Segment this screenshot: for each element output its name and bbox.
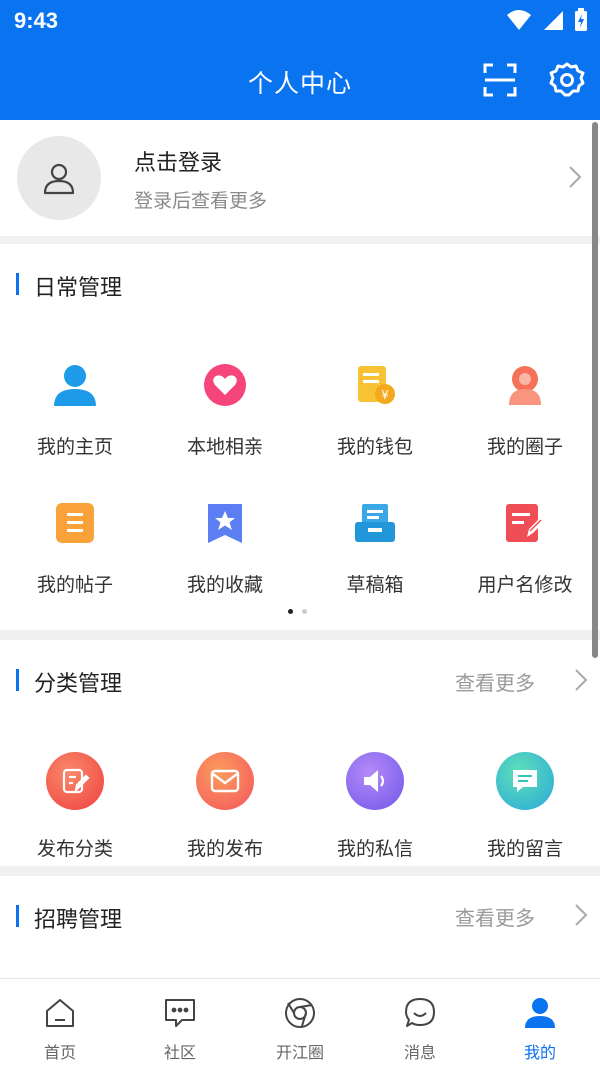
category-item-private-message[interactable]: 我的私信: [300, 752, 450, 861]
category-section: 分类管理 查看更多 发布分类 我的发布 我的私信 我的留言: [0, 640, 600, 866]
edit-doc-icon: [500, 498, 550, 548]
tab-community[interactable]: 社区: [120, 979, 240, 1066]
section-title: 分类管理: [16, 666, 122, 698]
category-item-my-posts[interactable]: 我的发布: [150, 752, 300, 861]
user-icon: [43, 163, 75, 195]
tab-mine[interactable]: 我的: [480, 979, 600, 1066]
category-item-label: 我的留言: [486, 838, 563, 860]
grid-item-label: 我的主页: [36, 436, 113, 458]
section-title: 招聘管理: [16, 902, 122, 934]
page-dot: [302, 609, 307, 614]
section-title: 日常管理: [16, 270, 122, 302]
daily-section: 日常管理 我的主页 本地相亲 ¥ 我的钱包 我的圈子 我的帖子 我的收藏 草稿箱…: [0, 244, 600, 630]
svg-text:¥: ¥: [381, 388, 389, 402]
grid-item-drafts[interactable]: 草稿箱: [300, 498, 450, 597]
category-item-label: 我的发布: [186, 838, 263, 860]
chevron-right-icon[interactable]: [574, 668, 588, 692]
speaker-icon: [346, 752, 404, 810]
tab-label: 我的: [523, 1043, 556, 1062]
page-dot-active: [288, 609, 293, 614]
category-item-label: 发布分类: [36, 838, 113, 860]
grid-item-my-posts[interactable]: 我的帖子: [0, 498, 150, 597]
tab-kaijiang-circle[interactable]: 开江圈: [240, 979, 360, 1066]
circle-person-icon: [500, 360, 550, 410]
grid-item-my-wallet[interactable]: ¥ 我的钱包: [300, 360, 450, 459]
chat-box-icon: [165, 999, 195, 1027]
message-icon: [496, 752, 554, 810]
grid-item-my-circle[interactable]: 我的圈子: [450, 360, 600, 459]
battery-icon: [575, 8, 587, 31]
login-subtitle: 登录后查看更多: [134, 190, 268, 212]
grid-item-label: 本地相亲: [186, 436, 263, 458]
grid-item-rename-user[interactable]: 用户名修改: [450, 498, 600, 597]
status-bar: 9:43: [0, 0, 600, 44]
login-title[interactable]: 点击登录: [134, 145, 222, 177]
mail-icon: [196, 752, 254, 810]
wallet-receipt-icon: ¥: [350, 360, 400, 410]
heart-icon: [200, 360, 250, 410]
tab-label: 首页: [43, 1043, 76, 1062]
smile-bubble-icon: [405, 998, 435, 1027]
gear-icon[interactable]: [548, 61, 586, 99]
tab-messages[interactable]: 消息: [360, 979, 480, 1066]
scrollbar[interactable]: [592, 122, 598, 658]
chevron-right-icon[interactable]: [574, 903, 588, 927]
bottom-tab-bar: 首页 社区 开江圈 消息 我的: [0, 978, 600, 1066]
signal-icon: [544, 11, 563, 30]
draft-box-icon: [350, 498, 400, 548]
status-time: 9:43: [14, 8, 59, 33]
recruit-section: 招聘管理 查看更多: [0, 876, 600, 978]
status-icons: [506, 8, 588, 32]
page-indicator: [288, 609, 307, 614]
home-icon: [46, 999, 74, 1027]
wifi-icon: [507, 10, 531, 30]
circle-ring-icon: [285, 998, 315, 1028]
profile-icon: [525, 998, 555, 1028]
grid-item-label: 用户名修改: [477, 574, 573, 596]
login-card[interactable]: 点击登录 登录后查看更多: [0, 120, 600, 236]
scan-icon[interactable]: [482, 62, 518, 98]
category-item-my-messages[interactable]: 我的留言: [450, 752, 600, 861]
see-more-link[interactable]: 查看更多: [455, 902, 535, 931]
avatar[interactable]: [17, 136, 101, 220]
tab-label: 消息: [403, 1043, 436, 1062]
bookmark-star-icon: [200, 498, 250, 548]
grid-item-label: 我的帖子: [36, 574, 113, 596]
post-icon: [50, 498, 100, 548]
grid-item-label: 我的收藏: [186, 574, 263, 596]
tab-label: 开江圈: [275, 1043, 324, 1062]
category-item-label: 我的私信: [336, 838, 413, 860]
category-item-publish[interactable]: 发布分类: [0, 752, 150, 861]
tab-label: 社区: [163, 1043, 196, 1062]
grid-item-my-favorites[interactable]: 我的收藏: [150, 498, 300, 597]
person-icon: [50, 360, 100, 410]
grid-item-label: 我的钱包: [336, 436, 413, 458]
grid-item-label: 我的圈子: [486, 436, 563, 458]
title-bar: 个人中心: [0, 44, 600, 120]
see-more-link[interactable]: 查看更多: [455, 667, 535, 696]
grid-item-local-dating[interactable]: 本地相亲: [150, 360, 300, 459]
grid-item-my-homepage[interactable]: 我的主页: [0, 360, 150, 459]
tab-home[interactable]: 首页: [0, 979, 120, 1066]
publish-edit-icon: [46, 752, 104, 810]
chevron-right-icon: [569, 166, 582, 188]
grid-item-label: 草稿箱: [346, 574, 404, 596]
